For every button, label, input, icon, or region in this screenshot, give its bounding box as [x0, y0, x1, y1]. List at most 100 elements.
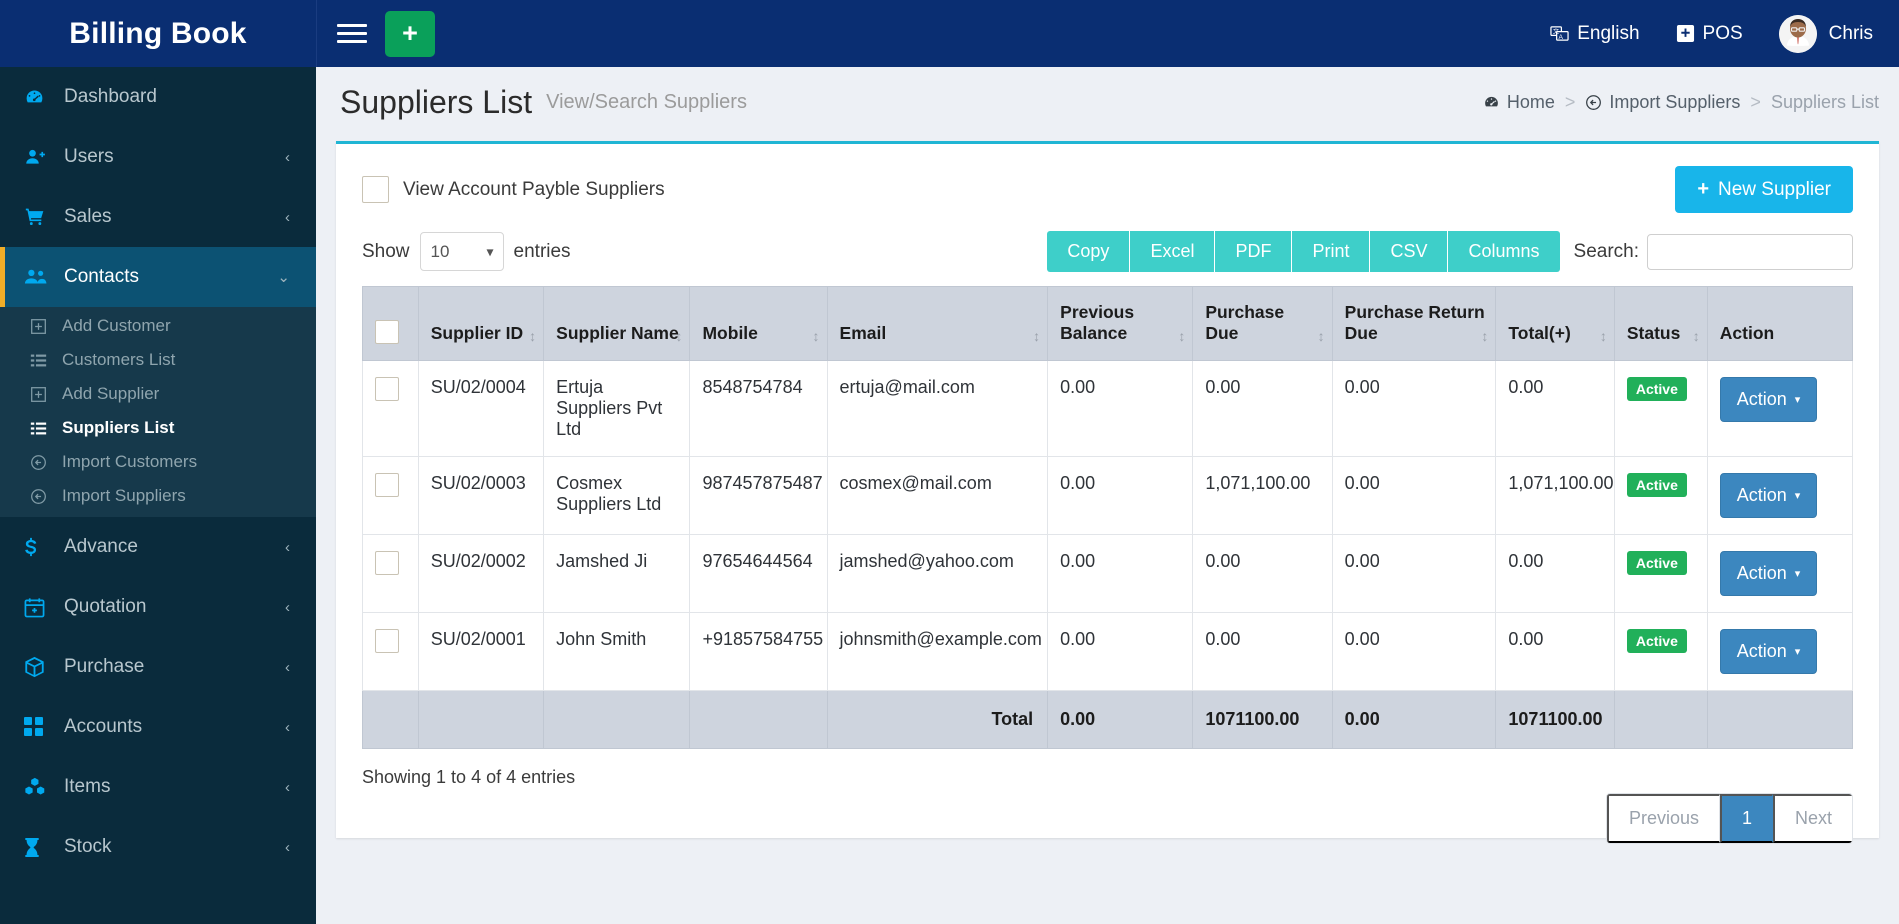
sidebar-item-purchase[interactable]: Purchase ‹ [0, 637, 316, 697]
cell-action: Action ▾ [1706, 534, 1854, 613]
cell-status: Active [1613, 456, 1708, 535]
column-purchase-due[interactable]: Purchase Due ↕ [1192, 286, 1333, 361]
row-select-cell [362, 612, 419, 691]
sidebar-item-advance[interactable]: Advance ‹ [0, 517, 316, 577]
pdf-button[interactable]: PDF [1215, 231, 1293, 272]
action-button[interactable]: Action ▾ [1719, 473, 1818, 518]
dollar-icon [24, 536, 56, 558]
page-subtitle: View/Search Suppliers [546, 90, 747, 113]
sidebar-item-label: Users [64, 146, 114, 167]
csv-button[interactable]: CSV [1370, 231, 1449, 272]
cell-supplier-id: SU/02/0003 [417, 456, 545, 535]
sidebar-item-stock[interactable]: Stock ‹ [0, 817, 316, 877]
hamburger-icon[interactable] [337, 19, 367, 49]
sort-icon: ↕ [1599, 328, 1607, 344]
sidebar-item-import-customers[interactable]: Import Customers [0, 445, 316, 479]
column-email[interactable]: Email ↕ [826, 286, 1049, 361]
excel-button[interactable]: Excel [1130, 231, 1216, 272]
sidebar-subitem-label: Import Customers [62, 452, 198, 471]
cell-previous-balance: 0.00 [1047, 360, 1194, 457]
column-supplier-name[interactable]: Supplier Name ↕ [543, 286, 691, 361]
column-supplier-id[interactable]: Supplier ID ↕ [417, 286, 545, 361]
table-row: SU/02/0002 Jamshed Ji 97654644564 jamshed@y… [362, 534, 1854, 613]
pagination-next[interactable]: Next [1772, 794, 1852, 843]
columns-button[interactable]: Columns [1448, 231, 1560, 272]
breadcrumb-item-home[interactable]: Home [1483, 92, 1555, 113]
sidebar-item-add-supplier[interactable]: Add Supplier [0, 377, 316, 411]
search-input[interactable] [1647, 233, 1853, 270]
copy-button[interactable]: Copy [1047, 231, 1131, 272]
sidebar-item-sales[interactable]: Sales ‹ [0, 187, 316, 247]
pagination-page-1[interactable]: 1 [1719, 794, 1773, 843]
sidebar-item-add-customer[interactable]: Add Customer [0, 309, 316, 343]
breadcrumb-separator: > [1564, 91, 1576, 112]
avatar [1778, 14, 1817, 53]
new-supplier-button[interactable]: + New Supplier [1675, 166, 1853, 213]
column-purchase-return-due[interactable]: Purchase Return Due ↕ [1331, 286, 1497, 361]
checkbox-box[interactable] [362, 176, 389, 203]
caret-down-icon: ▾ [1794, 394, 1801, 406]
chevron-down-icon: ⌄ [277, 268, 290, 286]
language-selector[interactable]: A文 English [1550, 22, 1640, 45]
cell-total: 0.00 [1495, 360, 1615, 457]
caret-down-icon: ▾ [1794, 568, 1801, 580]
sidebar-item-dashboard[interactable]: Dashboard [0, 67, 316, 127]
column-status[interactable]: Status ↕ [1613, 286, 1708, 361]
row-checkbox[interactable] [375, 473, 399, 497]
sidebar-item-quotation[interactable]: Quotation ‹ [0, 577, 316, 637]
top-navbar: + A文 English POS Chris [316, 0, 1899, 67]
sidebar-item-customers-list[interactable]: Customers List [0, 343, 316, 377]
row-checkbox[interactable] [375, 629, 399, 653]
cell-supplier-id: SU/02/0002 [417, 534, 545, 613]
pos-button[interactable]: POS [1676, 23, 1743, 45]
sidebar-item-users[interactable]: Users ‹ [0, 127, 316, 187]
cart-icon [24, 207, 56, 227]
caret-down-icon: ▾ [1794, 490, 1801, 502]
quick-add-button[interactable]: + [385, 10, 435, 57]
suppliers-table-wrapper: Supplier ID ↕ Supplier Name ↕ Mobile ↕ E… [336, 280, 1879, 749]
sidebar-item-suppliers-list[interactable]: Suppliers List [0, 411, 316, 445]
print-button[interactable]: Print [1292, 231, 1371, 272]
page-title: Suppliers List [340, 83, 533, 120]
page-length-select[interactable]: 10 ▾ [419, 232, 504, 271]
cell-action: Action ▾ [1706, 360, 1854, 457]
footer-purchase-return-due: 0.00 [1331, 690, 1497, 749]
sidebar-subitem-label: Customers List [62, 350, 176, 369]
cell-previous-balance: 0.00 [1047, 534, 1194, 613]
action-button[interactable]: Action ▾ [1719, 629, 1818, 674]
import-icon [30, 488, 58, 505]
language-label: English [1577, 22, 1640, 44]
view-account-payble-suppliers-checkbox[interactable]: View Account Payble Suppliers [362, 176, 665, 203]
action-button[interactable]: Action ▾ [1719, 377, 1818, 422]
svg-text:A: A [1559, 34, 1564, 41]
sidebar-item-import-suppliers[interactable]: Import Suppliers [0, 479, 316, 513]
sidebar-subitem-label: Add Supplier [62, 384, 160, 403]
row-checkbox[interactable] [375, 551, 399, 575]
page-header: Suppliers List View/Search Suppliers Hom… [316, 67, 1899, 137]
column-label: Previous Balance [1060, 302, 1135, 343]
sidebar-item-contacts[interactable]: Contacts ⌄ [0, 247, 316, 307]
column-mobile[interactable]: Mobile ↕ [689, 286, 828, 361]
brand-title: Billing Book [69, 16, 247, 50]
table-row: SU/02/0001 John Smith +91857584755 johnsmit… [362, 612, 1854, 691]
column-total[interactable]: Total(+) ↕ [1495, 286, 1615, 361]
column-label: Mobile [702, 323, 758, 343]
brand-logo[interactable]: Billing Book [0, 0, 316, 67]
user-menu[interactable]: Chris [1778, 14, 1873, 53]
sidebar-item-accounts[interactable]: Accounts ‹ [0, 697, 316, 757]
column-select-all [362, 286, 419, 361]
action-button[interactable]: Action ▾ [1719, 551, 1818, 596]
hamburger-bar [337, 32, 367, 35]
sidebar-subitem-label: Add Customer [62, 316, 171, 335]
sidebar-subitem-label: Import Suppliers [62, 486, 186, 505]
breadcrumb-item-import-suppliers[interactable]: Import Suppliers [1585, 92, 1740, 113]
row-checkbox[interactable] [375, 377, 399, 401]
column-previous-balance[interactable]: Previous Balance ↕ [1047, 286, 1194, 361]
breadcrumb-label: Import Suppliers [1609, 91, 1741, 112]
sidebar-subitem-label: Suppliers List [62, 418, 175, 437]
sidebar-item-items[interactable]: Items ‹ [0, 757, 316, 817]
cell-supplier-id: SU/02/0001 [417, 612, 545, 691]
select-all-checkbox[interactable] [375, 320, 399, 344]
pagination-previous[interactable]: Previous [1606, 794, 1720, 843]
sidebar-item-label: Stock [64, 836, 112, 857]
